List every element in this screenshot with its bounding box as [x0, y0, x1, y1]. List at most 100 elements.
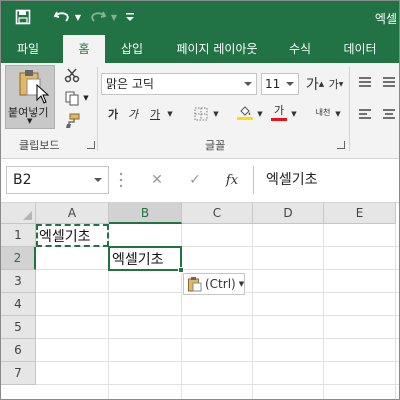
- select-all-icon: [23, 211, 32, 220]
- font-size-value: 11: [265, 77, 281, 91]
- title-bar: ▼ ▼ 엑셀: [1, 1, 399, 35]
- row-header-1[interactable]: 1: [1, 224, 36, 247]
- font-color-dropdown-icon[interactable]: ▼: [289, 103, 299, 125]
- copy-dropdown-icon[interactable]: ▼: [81, 89, 91, 107]
- row-header-6[interactable]: 6: [1, 339, 36, 362]
- phonetic-label: 내천: [315, 107, 331, 117]
- copy-marquee: [36, 224, 109, 247]
- group-separator: [349, 67, 350, 151]
- tab-data[interactable]: 데이터: [331, 35, 389, 63]
- paste-button[interactable]: 붙여넣기 ▼: [5, 65, 55, 129]
- row-header-4[interactable]: 4: [1, 293, 36, 316]
- group-separator: [97, 67, 98, 151]
- fill-color-bar: [237, 116, 253, 120]
- tab-file[interactable]: 파일: [1, 35, 55, 63]
- column-header-a[interactable]: A: [36, 203, 109, 224]
- tab-formulas[interactable]: 수식: [277, 35, 323, 63]
- phonetic-dropdown-icon[interactable]: ▼: [333, 103, 343, 125]
- row-header-7[interactable]: 7: [1, 362, 36, 385]
- borders-dropdown-icon[interactable]: ▼: [211, 103, 221, 125]
- font-size-select[interactable]: 11: [261, 73, 299, 95]
- ribbon-tabs: 파일 홈 삽입 페이지 레이아웃 수식 데이터: [1, 35, 399, 63]
- underline-button[interactable]: 가: [147, 103, 163, 125]
- column-header-c[interactable]: C: [182, 203, 253, 224]
- fill-bucket-icon: [240, 105, 251, 116]
- font-color-bar: [271, 117, 287, 121]
- borders-icon[interactable]: [191, 103, 211, 125]
- clipboard-launcher-icon[interactable]: [87, 141, 95, 149]
- gridline: [252, 224, 253, 399]
- name-box-value: B2: [13, 172, 32, 188]
- align-center-icon[interactable]: [379, 103, 399, 125]
- redo-icon: [87, 7, 109, 27]
- copy-icon[interactable]: [61, 89, 83, 107]
- save-icon[interactable]: [11, 7, 35, 27]
- formula-input[interactable]: 엑셀기초: [253, 166, 399, 194]
- bold-button[interactable]: 가: [105, 103, 121, 125]
- name-box[interactable]: B2: [6, 166, 109, 194]
- font-color-label: 가: [273, 103, 285, 117]
- gridline: [36, 384, 399, 385]
- formula-bar: B2 ✕ ✓ fx 엑셀기초: [1, 159, 399, 203]
- font-name-value: 맑은 고딕: [106, 77, 154, 91]
- paste-dropdown-icon: ▼: [27, 117, 33, 125]
- chevron-down-icon: [286, 82, 294, 86]
- window-title: 엑셀: [374, 12, 397, 26]
- row-header-5[interactable]: 5: [1, 316, 36, 339]
- align-middle-icon[interactable]: [379, 71, 399, 93]
- tab-page-layout[interactable]: 페이지 레이아웃: [161, 35, 273, 63]
- underline-dropdown-icon[interactable]: ▼: [165, 103, 175, 125]
- column-header-e[interactable]: E: [324, 203, 396, 224]
- row-header-3[interactable]: 3: [1, 270, 36, 293]
- bold-label: 가: [107, 108, 119, 121]
- italic-button[interactable]: 가: [125, 103, 141, 125]
- italic-label: 가: [127, 108, 139, 121]
- confirm-entry-icon[interactable]: ✓: [184, 169, 206, 191]
- font-group-label: 글꼴: [205, 139, 226, 152]
- gridline: [36, 315, 399, 316]
- ribbon-home: 붙여넣기 ▼ ▼ 클립보드 맑은 고딕 11 가 ▲ 가 ▼ 가 가 가 ▼ ▼…: [1, 63, 399, 159]
- underline-label: 가: [149, 108, 161, 121]
- formula-bar-splitter[interactable]: [119, 171, 123, 189]
- shrink-font-label: 가: [328, 78, 339, 91]
- paste-options-icon: [187, 276, 203, 292]
- cut-icon[interactable]: [61, 66, 83, 84]
- gridline: [323, 224, 324, 399]
- font-launcher-icon[interactable]: [337, 141, 345, 149]
- align-top-icon[interactable]: [355, 71, 375, 93]
- insert-function-icon[interactable]: fx: [221, 169, 243, 191]
- excel-window: ▼ ▼ 엑셀 파일 홈 삽입 페이지 레이아웃 수식 데이터 붙여넣기 ▼ ▼ …: [0, 0, 400, 400]
- worksheet-grid[interactable]: A B C D E 1 2 3 4 5 6 7 엑셀기초 엑셀기초 (Ctrl)…: [1, 203, 399, 399]
- clipboard-group-label: 클립보드: [19, 139, 60, 152]
- grow-font-label: 가: [305, 77, 319, 93]
- redo-dropdown-icon: ▼: [110, 12, 118, 22]
- paste-options-label: (Ctrl): [205, 277, 236, 291]
- shrink-font-button[interactable]: 가 ▼: [327, 73, 345, 95]
- undo-icon[interactable]: [51, 7, 73, 27]
- gridline: [36, 338, 399, 339]
- phonetic-button[interactable]: 내천: [313, 101, 333, 123]
- undo-dropdown-icon[interactable]: ▼: [73, 7, 83, 27]
- fill-color-button[interactable]: [235, 101, 255, 123]
- column-header-d[interactable]: D: [253, 203, 324, 224]
- chevron-down-icon: [244, 82, 252, 86]
- grow-font-button[interactable]: 가 ▲: [305, 73, 325, 95]
- tab-insert[interactable]: 삽입: [109, 35, 155, 63]
- font-name-select[interactable]: 맑은 고딕: [101, 73, 257, 95]
- paste-options-button[interactable]: (Ctrl) ▼: [183, 273, 245, 295]
- font-color-button[interactable]: 가: [269, 101, 289, 123]
- gridline: [395, 224, 396, 399]
- tab-home[interactable]: 홈: [63, 35, 105, 63]
- customize-qat-icon[interactable]: [123, 7, 137, 27]
- column-header-b[interactable]: B: [109, 203, 182, 224]
- fill-color-dropdown-icon[interactable]: ▼: [255, 103, 265, 125]
- chevron-down-icon: [94, 178, 102, 182]
- cancel-entry-icon[interactable]: ✕: [146, 169, 168, 191]
- chevron-down-icon: ▼: [238, 280, 245, 288]
- select-all-button[interactable]: [1, 203, 36, 224]
- format-painter-icon[interactable]: [61, 112, 83, 130]
- row-header-2[interactable]: 2: [1, 247, 36, 270]
- align-left-icon[interactable]: [355, 103, 375, 125]
- gridline: [36, 269, 399, 270]
- gridline: [36, 361, 399, 362]
